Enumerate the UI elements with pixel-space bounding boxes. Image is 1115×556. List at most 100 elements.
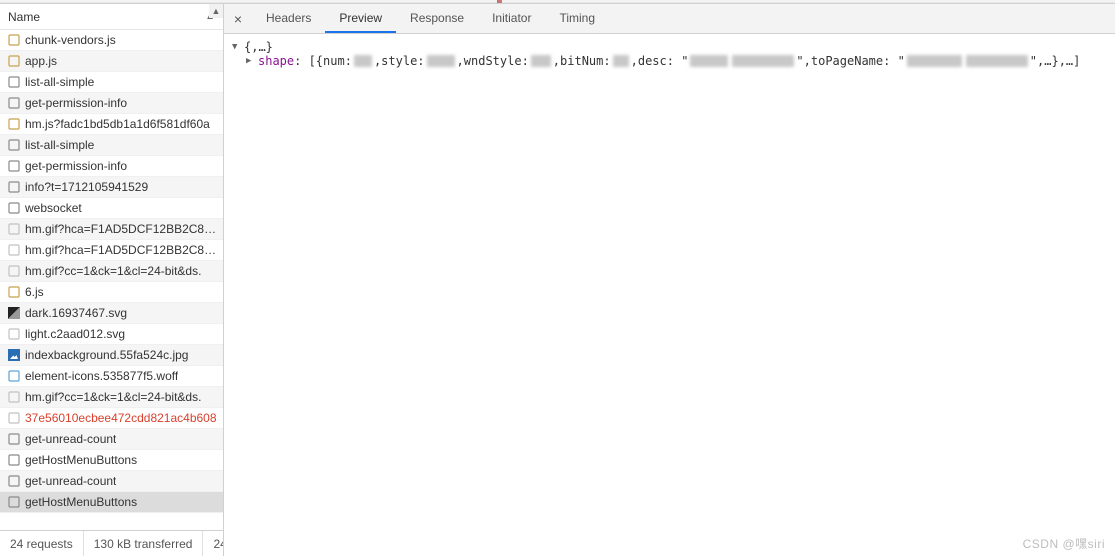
request-row[interactable]: getHostMenuButtons — [0, 492, 223, 513]
close-detail-button[interactable]: × — [224, 4, 252, 33]
json-key-shape: shape — [258, 54, 294, 68]
request-name: 6.js — [25, 285, 44, 299]
request-name: get-permission-info — [25, 159, 127, 173]
request-row[interactable]: get-permission-info — [0, 156, 223, 177]
imgd-file-icon — [8, 391, 20, 403]
request-row[interactable]: list-all-simple — [0, 135, 223, 156]
request-row[interactable]: getHostMenuButtons — [0, 450, 223, 471]
request-name: info?t=1712105941529 — [25, 180, 148, 194]
collapse-toggle-icon[interactable]: ▼ — [232, 42, 244, 52]
tab-initiator[interactable]: Initiator — [478, 4, 545, 33]
status-extra: 24. — [203, 531, 223, 556]
tab-preview[interactable]: Preview — [325, 4, 396, 33]
xhr-file-icon — [8, 454, 20, 466]
redacted-value — [907, 55, 962, 67]
xhr-file-icon — [8, 97, 20, 109]
json-shape-line[interactable]: ▶ shape : [{ num: , style: , wndStyle: ,… — [232, 54, 1107, 68]
font-file-icon — [8, 370, 20, 382]
request-name: 37e56010ecbee472cdd821ac4b608 — [25, 411, 217, 425]
request-name: getHostMenuButtons — [25, 453, 137, 467]
request-name: element-icons.535877f5.woff — [25, 369, 178, 383]
request-name: get-unread-count — [25, 474, 116, 488]
redacted-value — [966, 55, 1028, 67]
request-list[interactable]: chunk-vendors.js app.js list-all-simple get… — [0, 30, 223, 530]
tab-headers[interactable]: Headers — [252, 4, 325, 33]
request-name: app.js — [25, 54, 57, 68]
request-name: indexbackground.55fa524c.jpg — [25, 348, 188, 362]
imgd-file-icon — [8, 412, 20, 424]
redacted-value — [531, 55, 551, 67]
request-row[interactable]: element-icons.535877f5.woff — [0, 366, 223, 387]
xhr-file-icon — [8, 181, 20, 193]
imgd-file-icon — [8, 244, 20, 256]
column-header-name[interactable]: Name ▲ ▲ — [0, 4, 223, 30]
request-row[interactable]: chunk-vendors.js — [0, 30, 223, 51]
request-row[interactable]: get-permission-info — [0, 93, 223, 114]
redacted-value — [613, 55, 629, 67]
request-row[interactable]: get-unread-count — [0, 429, 223, 450]
detail-tab-bar: × HeadersPreviewResponseInitiatorTiming — [224, 4, 1115, 34]
xhr-file-icon — [8, 160, 20, 172]
request-row[interactable]: get-unread-count — [0, 471, 223, 492]
js-file-icon — [8, 118, 20, 130]
request-row[interactable]: 37e56010ecbee472cdd821ac4b608 — [0, 408, 223, 429]
scroll-up-icon[interactable]: ▲ — [209, 4, 223, 18]
request-name: hm.gif?cc=1&ck=1&cl=24-bit&ds. — [25, 264, 201, 278]
tab-timing[interactable]: Timing — [545, 4, 609, 33]
request-row[interactable]: list-all-simple — [0, 72, 223, 93]
json-root-line[interactable]: ▼ { ,…} — [232, 40, 1107, 54]
request-row[interactable]: dark.16937467.svg — [0, 303, 223, 324]
preview-content[interactable]: ▼ { ,…} ▶ shape : [{ num: , style: , wnd… — [224, 34, 1115, 556]
tab-response[interactable]: Response — [396, 4, 478, 33]
status-bar: 24 requests 130 kB transferred 24. — [0, 530, 223, 556]
request-name: hm.gif?cc=1&ck=1&cl=24-bit&ds. — [25, 390, 201, 404]
timeline-ruler — [0, 0, 1115, 3]
js-file-icon — [8, 55, 20, 67]
js-file-icon — [8, 286, 20, 298]
request-row[interactable]: app.js — [0, 51, 223, 72]
status-transferred: 130 kB transferred — [84, 531, 204, 556]
request-name: list-all-simple — [25, 138, 94, 152]
request-name: getHostMenuButtons — [25, 495, 137, 509]
request-list-panel: Name ▲ ▲ chunk-vendors.js app.js list-all-… — [0, 4, 224, 556]
request-name: get-unread-count — [25, 432, 116, 446]
img-file-icon — [8, 307, 20, 319]
request-name: hm.gif?hca=F1AD5DCF12BB2C8F& — [25, 222, 217, 236]
redacted-value — [427, 55, 455, 67]
imgd-file-icon — [8, 265, 20, 277]
request-row[interactable]: 6.js — [0, 282, 223, 303]
xhr-file-icon — [8, 475, 20, 487]
request-row[interactable]: hm.gif?cc=1&ck=1&cl=24-bit&ds. — [0, 261, 223, 282]
request-name: get-permission-info — [25, 96, 127, 110]
redacted-value — [690, 55, 728, 67]
xhr-file-icon — [8, 139, 20, 151]
expand-toggle-icon[interactable]: ▶ — [246, 56, 258, 66]
request-row[interactable]: hm.js?fadc1bd5db1a1d6f581df60a — [0, 114, 223, 135]
request-row[interactable]: hm.gif?hca=F1AD5DCF12BB2C8F& — [0, 240, 223, 261]
request-row[interactable]: light.c2aad012.svg — [0, 324, 223, 345]
request-row[interactable]: info?t=1712105941529 — [0, 177, 223, 198]
main-container: Name ▲ ▲ chunk-vendors.js app.js list-all-… — [0, 3, 1115, 556]
request-name: list-all-simple — [25, 75, 94, 89]
request-name: hm.gif?hca=F1AD5DCF12BB2C8F& — [25, 243, 217, 257]
request-row[interactable]: websocket — [0, 198, 223, 219]
xhr-file-icon — [8, 76, 20, 88]
request-row[interactable]: indexbackground.55fa524c.jpg — [0, 345, 223, 366]
xhr-file-icon — [8, 433, 20, 445]
request-name: chunk-vendors.js — [25, 33, 116, 47]
request-name: websocket — [25, 201, 82, 215]
imgd-file-icon — [8, 328, 20, 340]
js-file-icon — [8, 34, 20, 46]
redacted-value — [354, 55, 372, 67]
request-row[interactable]: hm.gif?cc=1&ck=1&cl=24-bit&ds. — [0, 387, 223, 408]
detail-panel: × HeadersPreviewResponseInitiatorTiming … — [224, 4, 1115, 556]
request-name: light.c2aad012.svg — [25, 327, 125, 341]
column-header-label: Name — [8, 10, 40, 24]
request-row[interactable]: hm.gif?hca=F1AD5DCF12BB2C8F& — [0, 219, 223, 240]
imgd-file-icon — [8, 223, 20, 235]
pic-file-icon — [8, 349, 20, 361]
redacted-value — [732, 55, 794, 67]
xhr-file-icon — [8, 496, 20, 508]
xhr-file-icon — [8, 202, 20, 214]
request-name: hm.js?fadc1bd5db1a1d6f581df60a — [25, 117, 210, 131]
